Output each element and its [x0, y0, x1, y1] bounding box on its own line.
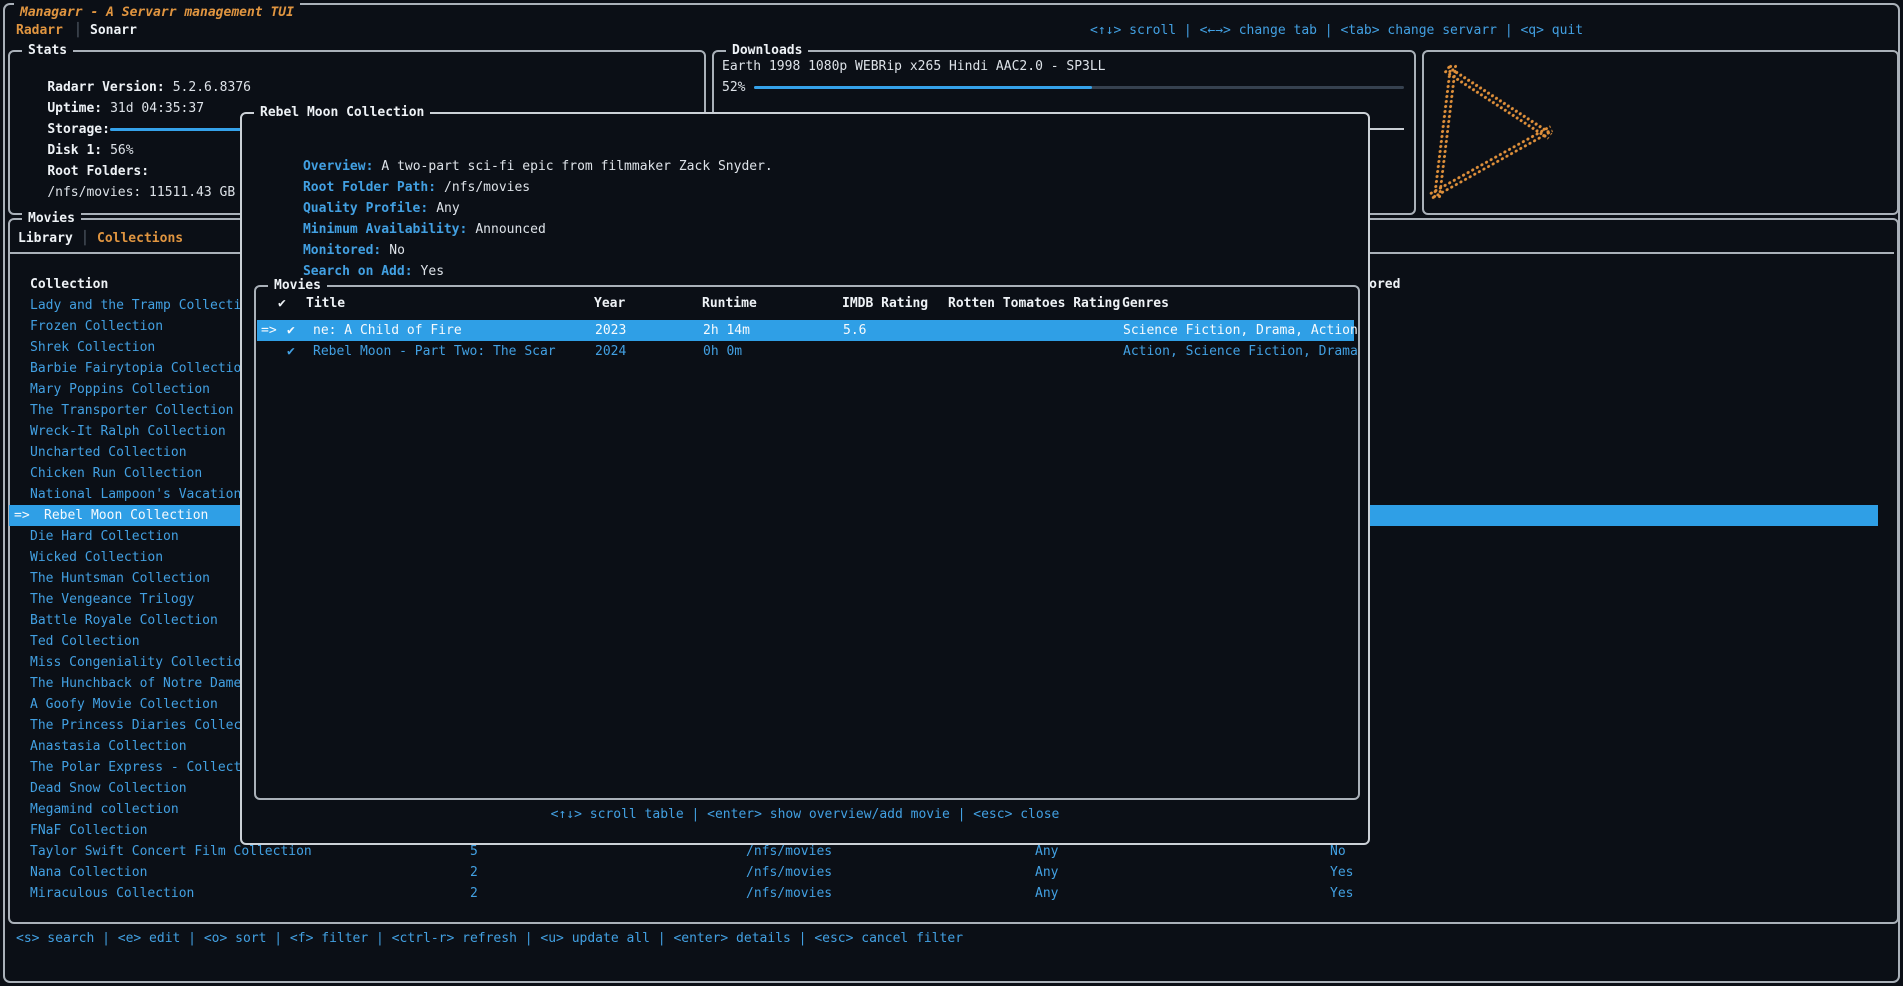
collection-name: Miraculous Collection: [30, 883, 194, 904]
collection-name: Rebel Moon Collection: [44, 505, 208, 526]
movie-runtime: 0h 0m: [703, 341, 742, 362]
collection-root-folder: /nfs/movies: [746, 883, 832, 904]
collection-name: Nana Collection: [30, 862, 147, 883]
movie-title: ne: A Child of Fire: [313, 320, 462, 341]
bottom-help: <s> search | <e> edit | <o> sort | <f> f…: [16, 928, 963, 949]
collection-name: Ted Collection: [30, 631, 140, 652]
collection-monitored: Yes: [1330, 883, 1353, 904]
collection-name: Dead Snow Collection: [30, 778, 187, 799]
collection-name: Lady and the Tramp Collection: [30, 295, 257, 316]
collection-name: FNaF Collection: [30, 820, 147, 841]
collection-name: Chicken Run Collection: [30, 463, 202, 484]
selected-row-prefix: =>: [14, 505, 30, 526]
managarr-screen: Managarr - A Servarr management TUI Rada…: [0, 0, 1903, 986]
movie-row[interactable]: ✔ Rebel Moon - Part Two: The Scar 2024 0h 0…: [257, 341, 1354, 362]
collection-name: The Princess Diaries Collection: [30, 715, 273, 736]
modal-title: Rebel Moon Collection: [254, 102, 430, 123]
collection-name: Barbie Fairytopia Collection: [30, 358, 249, 379]
collection-row[interactable]: Miraculous Collection 2/nfs/movies Any Yes: [9, 883, 1878, 904]
collection-name: Frozen Collection: [30, 316, 163, 337]
collection-details-modal: Rebel Moon Collection Overview:A two-par…: [240, 112, 1370, 845]
check-icon: ✔: [287, 320, 295, 341]
collection-name: Miss Congeniality Collection: [30, 652, 249, 673]
movie-runtime: 2h 14m: [703, 320, 750, 341]
selected-row-prefix: =>: [261, 320, 277, 341]
movie-genres: Science Fiction, Drama, Action: [1123, 320, 1358, 341]
collection-quality-profile: Any: [1035, 862, 1058, 883]
movie-genres: Action, Science Fiction, Drama: [1123, 341, 1358, 362]
collection-name: The Huntsman Collection: [30, 568, 210, 589]
minimum-availability-value: Announced: [467, 222, 545, 237]
collection-monitored: Yes: [1330, 862, 1353, 883]
collection-name: Mary Poppins Collection: [30, 379, 210, 400]
movie-year: 2023: [595, 320, 626, 341]
collection-movie-count: 2: [470, 862, 478, 883]
collection-name: The Vengeance Trilogy: [30, 589, 194, 610]
modal-help: <↑↓> scroll table | <enter> show overvie…: [242, 804, 1368, 825]
movie-title: Rebel Moon - Part Two: The Scar: [313, 341, 556, 362]
collection-movie-count: 2: [470, 883, 478, 904]
collection-name: Battle Royale Collection: [30, 610, 218, 631]
collection-root-folder: /nfs/movies: [746, 862, 832, 883]
check-icon: ✔: [287, 341, 295, 362]
movie-year: 2024: [595, 341, 626, 362]
collection-name: The Transporter Collection: [30, 400, 234, 421]
collection-row[interactable]: Nana Collection 2/nfs/movies Any Yes: [9, 862, 1878, 883]
collection-name: The Polar Express - Collection: [30, 757, 265, 778]
movie-imdb-rating: 5.6: [843, 320, 866, 341]
modal-movies-rows: => ✔ ne: A Child of Fire 2023 2h 14m 5.6 Scien…: [256, 287, 1358, 798]
collection-name: Die Hard Collection: [30, 526, 179, 547]
collection-name: Shrek Collection: [30, 337, 155, 358]
search-on-add-value: Yes: [413, 264, 444, 279]
modal-movies-subpanel: Movies ✔ Title Year Runtime IMDB Rating …: [254, 285, 1360, 800]
collection-name: Megamind collection: [30, 799, 179, 820]
collection-name: A Goofy Movie Collection: [30, 694, 218, 715]
collection-quality-profile: Any: [1035, 883, 1058, 904]
collection-name: Wreck-It Ralph Collection: [30, 421, 226, 442]
movie-row[interactable]: =>✔ne: A Child of Fire20232h 14m5.6Scien…: [257, 320, 1354, 341]
collection-name: Anastasia Collection: [30, 736, 187, 757]
collection-name: Uncharted Collection: [30, 442, 187, 463]
collection-name: Wicked Collection: [30, 547, 163, 568]
